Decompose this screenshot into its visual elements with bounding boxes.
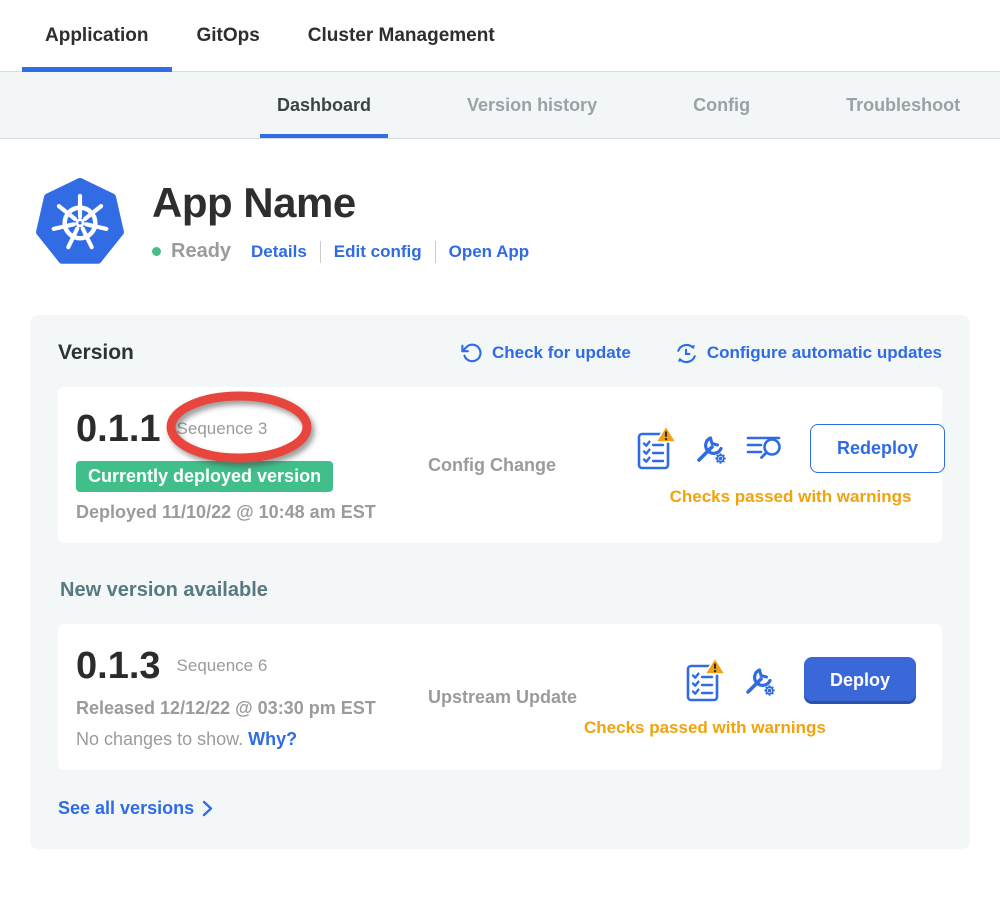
refresh-icon — [461, 342, 483, 364]
redeploy-button[interactable]: Redeploy — [810, 424, 945, 473]
tab-dashboard[interactable]: Dashboard — [260, 72, 388, 138]
released-timestamp: Released 12/12/22 @ 03:30 pm EST — [76, 698, 428, 719]
currently-deployed-badge: Currently deployed version — [76, 461, 333, 492]
preflight-checks-warning-icon[interactable] — [685, 657, 725, 703]
new-version-available-heading: New version available — [60, 579, 942, 602]
no-changes-text: No changes to show. — [76, 729, 243, 749]
see-all-versions-label: See all versions — [58, 798, 194, 819]
configure-automatic-updates-label: Configure automatic updates — [707, 343, 942, 363]
top-nav: Application GitOps Cluster Management — [0, 0, 1000, 72]
current-version-number: 0.1.1 — [76, 408, 161, 451]
app-status-text: Ready — [171, 240, 231, 263]
available-version-sequence: Sequence 6 — [177, 656, 268, 676]
see-all-versions-link[interactable]: See all versions — [58, 798, 942, 819]
chevron-right-icon — [202, 800, 213, 817]
available-version-number: 0.1.3 — [76, 645, 161, 688]
checks-passed-warnings-link[interactable]: Checks passed with warnings — [636, 487, 945, 507]
current-version-source: Config Change — [428, 455, 556, 476]
config-wrench-icon[interactable] — [693, 429, 729, 467]
ready-status-dot-icon — [152, 247, 161, 256]
app-header: App Name Ready Details Edit config Open … — [35, 177, 1000, 267]
config-wrench-icon[interactable] — [742, 661, 778, 699]
current-version-card: 0.1.1 Sequence 3 Currently deployed vers… — [58, 387, 942, 543]
available-version-card: 0.1.3 Sequence 6 Released 12/12/22 @ 03:… — [58, 624, 942, 770]
divider — [320, 241, 321, 263]
preflight-checks-warning-icon[interactable] — [636, 425, 676, 471]
divider — [435, 241, 436, 263]
check-for-update-label: Check for update — [492, 343, 631, 363]
app-tab-bar: Dashboard Version history Config Trouble… — [0, 72, 1000, 139]
app-name-title: App Name — [152, 179, 529, 227]
configure-automatic-updates-button[interactable]: Configure automatic updates — [675, 342, 942, 365]
tab-version-history[interactable]: Version history — [450, 72, 614, 138]
version-panel: Version Check for update Configure autom… — [30, 315, 970, 849]
open-app-link[interactable]: Open App — [449, 242, 530, 262]
tab-troubleshoot[interactable]: Troubleshoot — [829, 72, 977, 138]
details-link[interactable]: Details — [251, 242, 307, 262]
nav-item-application[interactable]: Application — [45, 0, 148, 71]
why-link[interactable]: Why? — [248, 729, 297, 749]
edit-config-link[interactable]: Edit config — [334, 242, 422, 262]
kubernetes-logo-icon — [35, 177, 125, 267]
nav-item-gitops[interactable]: GitOps — [196, 0, 259, 71]
nav-item-cluster-management[interactable]: Cluster Management — [308, 0, 495, 71]
checks-passed-warnings-link[interactable]: Checks passed with warnings — [584, 718, 916, 738]
deploy-button[interactable]: Deploy — [804, 657, 916, 704]
tab-config[interactable]: Config — [676, 72, 767, 138]
available-version-source: Upstream Update — [428, 687, 577, 708]
check-for-update-button[interactable]: Check for update — [461, 342, 631, 365]
version-panel-title: Version — [58, 341, 134, 365]
current-version-sequence: Sequence 3 — [177, 419, 268, 439]
view-diff-icon[interactable] — [746, 433, 784, 463]
deployed-timestamp: Deployed 11/10/22 @ 10:48 am EST — [76, 502, 428, 523]
clock-refresh-icon — [675, 342, 698, 365]
